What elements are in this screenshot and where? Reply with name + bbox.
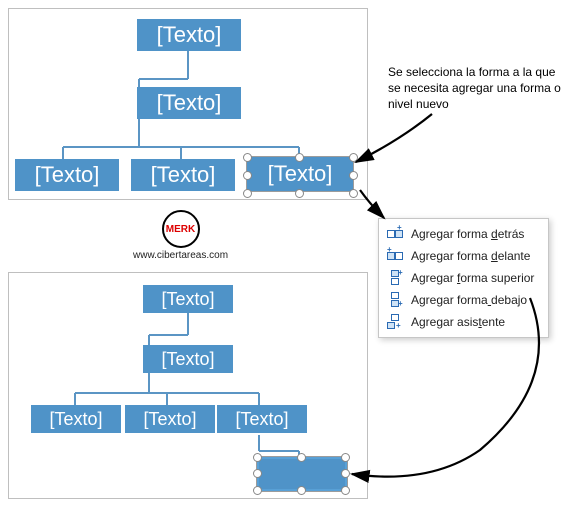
smartart-canvas-after: [Texto] [Texto] [Texto] [Texto] [Texto] xyxy=(8,272,368,499)
node-level2[interactable]: [Texto] xyxy=(137,87,241,119)
annotation-text: Se selecciona la forma a la que se neces… xyxy=(388,64,566,113)
context-menu: + Agregar forma detrás + Agregar forma d… xyxy=(378,218,549,338)
menu-item-add-below[interactable]: + Agregar forma debajo xyxy=(379,289,548,311)
menu-item-label: Agregar forma detrás xyxy=(411,227,524,241)
menu-item-add-assistant[interactable]: + Agregar asistente xyxy=(379,311,548,333)
logo-circle: MERK xyxy=(162,210,200,248)
node2-level3-1[interactable]: [Texto] xyxy=(31,405,121,433)
menu-item-label: Agregar forma superior xyxy=(411,271,534,285)
node2-level3-2[interactable]: [Texto] xyxy=(125,405,215,433)
node-level1[interactable]: [Texto] xyxy=(137,19,241,51)
smartart-canvas-before: [Texto] [Texto] [Texto] [Texto] [Texto] xyxy=(8,8,368,200)
menu-item-label: Agregar asistente xyxy=(411,315,505,329)
add-shape-above-icon: + xyxy=(387,270,403,286)
add-assistant-icon: + xyxy=(387,314,403,330)
logo-url: www.cibertareas.com xyxy=(133,250,228,261)
node2-level2[interactable]: [Texto] xyxy=(143,345,233,373)
add-shape-after-icon: + xyxy=(387,226,403,242)
add-shape-below-icon: + xyxy=(387,292,403,308)
menu-item-add-after[interactable]: + Agregar forma detrás xyxy=(379,223,548,245)
menu-item-label: Agregar forma delante xyxy=(411,249,530,263)
node-level3-3-selected[interactable]: [Texto] xyxy=(247,157,353,191)
node-level3-2[interactable]: [Texto] xyxy=(131,159,235,191)
node-level3-1[interactable]: [Texto] xyxy=(15,159,119,191)
menu-item-label: Agregar forma debajo xyxy=(411,293,527,307)
node2-level1[interactable]: [Texto] xyxy=(143,285,233,313)
menu-item-add-above[interactable]: + Agregar forma superior xyxy=(379,267,548,289)
menu-item-add-before[interactable]: + Agregar forma delante xyxy=(379,245,548,267)
node2-level3-3[interactable]: [Texto] xyxy=(217,405,307,433)
watermark-logo: MERK www.cibertareas.com xyxy=(133,210,228,261)
add-shape-before-icon: + xyxy=(387,248,403,264)
